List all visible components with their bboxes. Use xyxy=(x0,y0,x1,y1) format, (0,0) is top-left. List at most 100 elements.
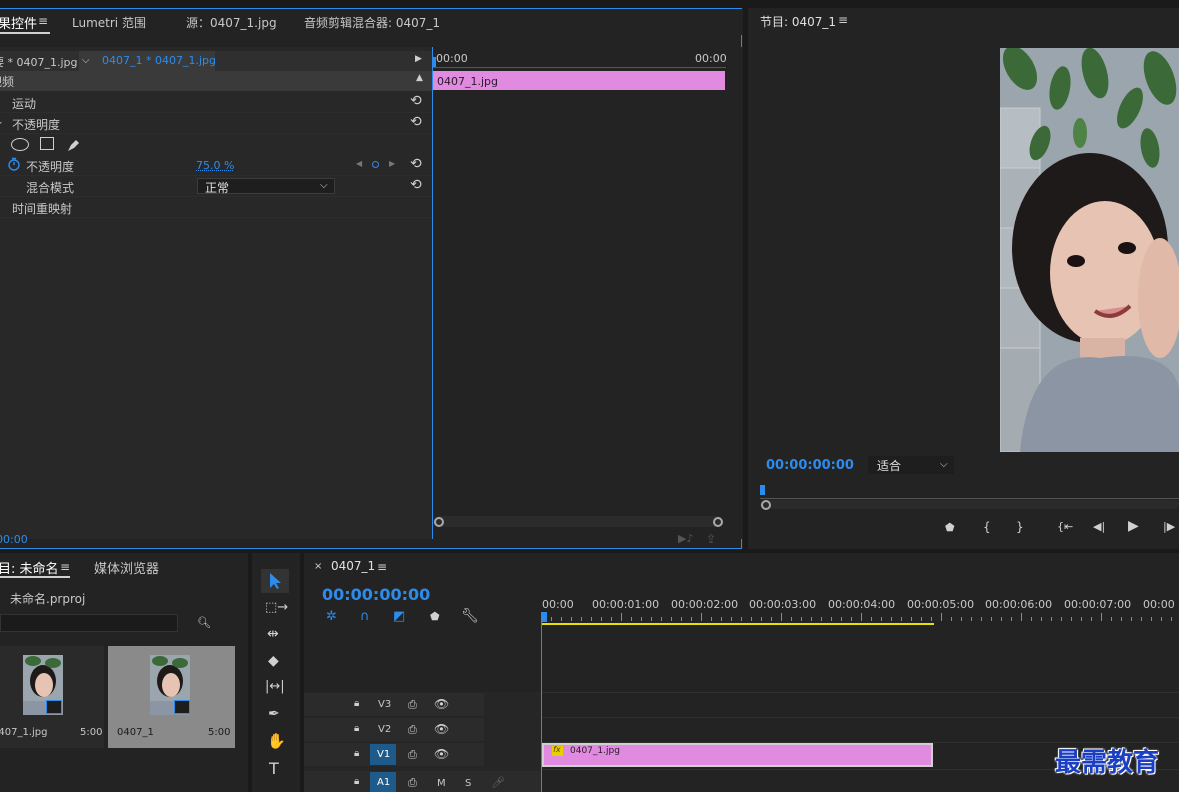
timeline-timecode[interactable]: 00:00:00:00 xyxy=(322,585,430,604)
eye-icon[interactable]: 👁︎ xyxy=(434,747,449,761)
ruler-tick xyxy=(881,617,882,621)
chevron-down-icon: ⌵ xyxy=(320,180,328,191)
pen-mask-icon[interactable] xyxy=(66,137,82,152)
program-playhead[interactable] xyxy=(760,485,765,495)
track-select-tool-icon[interactable]: ⬚→ xyxy=(265,600,288,615)
razor-tool-icon[interactable]: ◆ xyxy=(268,653,279,669)
ruler-tick xyxy=(1131,617,1132,621)
tab-lumetri-scopes[interactable]: Lumetri 范围 xyxy=(72,14,146,31)
program-scroll-bar[interactable] xyxy=(760,500,1179,509)
tab-source[interactable]: 源：0407_1.jpg xyxy=(186,14,277,31)
add-keyframe-icon[interactable] xyxy=(372,161,379,168)
project-search-input[interactable] xyxy=(0,614,178,632)
program-ruler[interactable] xyxy=(760,486,1179,498)
scroll-handle-right[interactable] xyxy=(713,517,723,527)
tab-project[interactable]: 目: 未命名 xyxy=(0,558,59,577)
nest-toggle-icon[interactable]: ✲ xyxy=(326,609,337,624)
ruler-tick xyxy=(981,617,982,621)
type-tool-icon[interactable]: T xyxy=(269,759,279,778)
effect-timecode[interactable]: 00:00 xyxy=(0,533,28,546)
export-icon[interactable]: ⇪ xyxy=(706,532,716,546)
work-area-bar[interactable] xyxy=(542,623,934,625)
hand-tool-icon[interactable]: ✋ xyxy=(267,732,286,750)
slip-tool-icon[interactable]: |↔| xyxy=(265,679,285,694)
microphone-icon[interactable]: 🎤︎ xyxy=(491,776,505,789)
close-icon[interactable]: × xyxy=(314,561,322,572)
effect-time-remap[interactable]: 时间重映射 xyxy=(12,200,72,217)
track-label[interactable]: V2 xyxy=(378,724,391,735)
tab-sequence[interactable]: 0407_1 xyxy=(331,559,375,573)
ruler-tick xyxy=(991,617,992,621)
ruler-tick xyxy=(721,617,722,621)
ruler-tick xyxy=(561,617,562,621)
panel-menu-icon[interactable]: ≡ xyxy=(377,560,387,574)
lock-icon[interactable]: 🔒︎ xyxy=(354,698,359,709)
play-icon[interactable]: ▶ xyxy=(1128,518,1139,534)
track-label[interactable]: V3 xyxy=(378,699,391,710)
add-marker-icon[interactable]: ⬟ xyxy=(430,610,440,623)
playhead-marker[interactable] xyxy=(432,57,436,67)
next-keyframe-icon[interactable]: ▶ xyxy=(389,159,395,168)
step-back-icon[interactable]: ◀| xyxy=(1093,520,1105,533)
lock-icon[interactable]: 🔒︎ xyxy=(354,776,359,787)
scroll-handle-left[interactable] xyxy=(434,517,444,527)
program-timecode[interactable]: 00:00:00:00 xyxy=(766,458,854,473)
program-monitor-title[interactable]: 节目: 0407_1 xyxy=(760,13,836,30)
sync-lock-icon[interactable]: ⎙ xyxy=(408,723,417,737)
rectangle-mask-icon[interactable] xyxy=(40,137,54,150)
scroll-handle-left[interactable] xyxy=(761,500,771,510)
play-triangle-icon[interactable]: ▶ xyxy=(415,54,422,64)
mark-in-icon[interactable]: { xyxy=(983,520,991,534)
opacity-value[interactable]: 75.0 % xyxy=(196,159,234,172)
tab-audio-clip-mixer[interactable]: 音频剪辑混合器: 0407_1 xyxy=(304,14,440,31)
panel-menu-icon[interactable]: ≡ xyxy=(60,560,70,574)
timeline-playhead-marker[interactable] xyxy=(541,612,547,622)
eye-icon[interactable]: 👁︎ xyxy=(434,722,449,736)
track-header-v2[interactable] xyxy=(304,718,484,741)
track-header-a1[interactable] xyxy=(304,771,541,792)
eye-icon[interactable]: 👁︎ xyxy=(434,697,449,711)
lock-icon[interactable]: 🔒︎ xyxy=(354,748,359,759)
lock-icon[interactable]: 🔒︎ xyxy=(354,723,359,734)
tab-effect-controls[interactable]: 果控件 xyxy=(0,13,37,32)
effect-motion[interactable]: 运动 xyxy=(12,95,36,112)
stopwatch-icon[interactable] xyxy=(7,157,21,171)
clip-label[interactable]: 0407_1 * 0407_1.jpg xyxy=(102,54,216,67)
go-to-in-icon[interactable]: {⇤ xyxy=(1057,520,1073,533)
solo-button[interactable]: S xyxy=(465,778,471,789)
reset-icon[interactable]: ⟲ xyxy=(410,177,422,193)
search-bin-icon[interactable]: 🔍︎ xyxy=(197,616,211,629)
snap-magnet-icon[interactable]: ∩ xyxy=(360,609,370,624)
ripple-edit-tool-icon[interactable]: ⇹ xyxy=(267,626,279,642)
linked-selection-icon[interactable]: ◩ xyxy=(393,609,405,624)
tab-media-browser[interactable]: 媒体浏览器 xyxy=(94,558,159,577)
ellipse-mask-icon[interactable] xyxy=(11,138,29,151)
reset-icon[interactable]: ⟲ xyxy=(410,114,422,130)
sync-lock-icon[interactable]: ⎙ xyxy=(408,748,417,762)
ruler-label: 00:00 xyxy=(1143,598,1175,611)
mini-clip-label: 0407_1.jpg xyxy=(437,75,499,88)
prev-keyframe-icon[interactable]: ◀ xyxy=(356,159,362,168)
step-forward-icon[interactable]: |▶ xyxy=(1163,520,1175,533)
panel-menu-icon[interactable]: ≡ xyxy=(838,13,848,27)
expand-arrow-icon[interactable]: ⌄ xyxy=(0,117,4,127)
panel-menu-icon[interactable]: ≡ xyxy=(38,14,48,28)
audio-play-icon[interactable]: ▶♪ xyxy=(678,532,693,545)
collapse-icon[interactable]: ▲ xyxy=(416,73,423,83)
track-header-v3[interactable] xyxy=(304,693,484,716)
reset-icon[interactable]: ⟲ xyxy=(410,156,422,172)
ruler-tick xyxy=(621,613,622,621)
ruler-tick xyxy=(1101,613,1102,621)
pen-tool-icon[interactable]: ✒ xyxy=(268,706,280,722)
master-clip-label[interactable]: 主要 * 0407_1.jpg xyxy=(0,54,78,70)
mute-button[interactable]: M xyxy=(437,778,446,789)
reset-icon[interactable]: ⟲ xyxy=(410,93,422,109)
wrench-settings-icon[interactable]: 🔧︎ xyxy=(461,608,479,624)
mark-out-icon[interactable]: } xyxy=(1016,520,1024,534)
ruler-tick xyxy=(941,613,942,621)
effect-opacity[interactable]: 不透明度 xyxy=(12,116,60,133)
sync-lock-icon[interactable]: ⎙ xyxy=(408,698,417,712)
sync-lock-icon[interactable]: ⎙ xyxy=(408,776,417,790)
program-video-frame xyxy=(1000,48,1179,452)
add-marker-icon[interactable]: ⬟ xyxy=(945,521,955,534)
